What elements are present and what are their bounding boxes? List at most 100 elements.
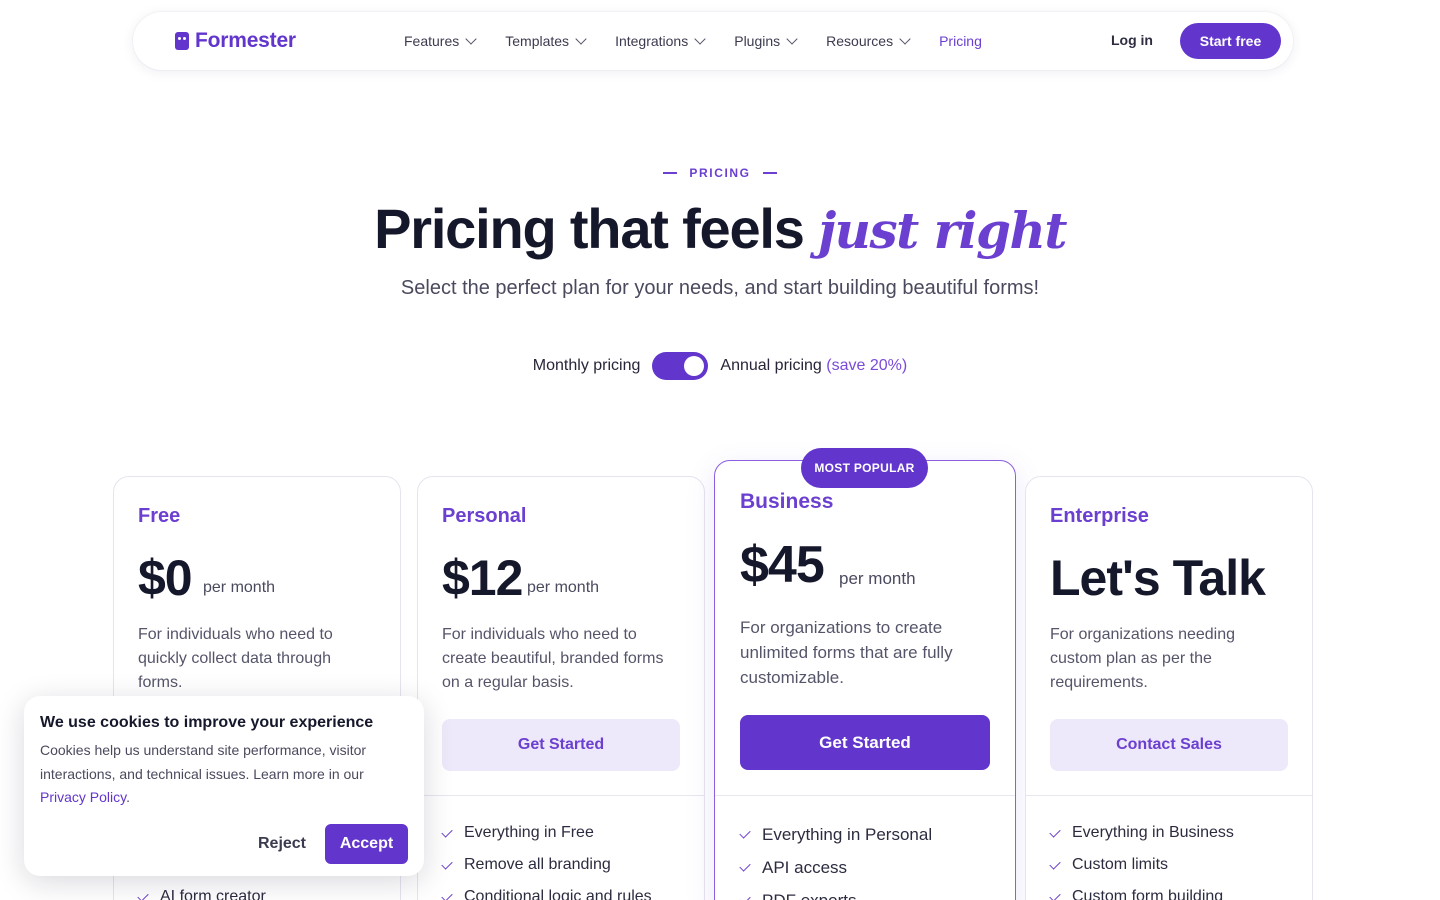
check-icon <box>1049 857 1061 870</box>
toggle-knob <box>684 356 705 376</box>
plan-description: For organizations to create unlimited fo… <box>740 618 953 687</box>
feature-item: AI form creator <box>137 881 266 900</box>
menu-item-integrations[interactable]: Integrations <box>615 33 706 49</box>
plan-name: Free <box>138 505 181 527</box>
billing-toggle-row: Monthly pricing Annual pricing (save 20%… <box>0 352 1440 380</box>
eyebrow-label: PRICING <box>689 166 751 180</box>
chevron-down-icon <box>899 33 911 45</box>
plan-description: For individuals who need to quickly coll… <box>138 626 333 691</box>
plan-name: Personal <box>442 505 527 527</box>
feature-label: Remove all branding <box>464 856 611 873</box>
start-free-button[interactable]: Start free <box>1180 23 1281 59</box>
menu-item-label: Features <box>404 33 460 49</box>
privacy-policy-link[interactable]: Privacy Policy <box>40 789 126 805</box>
card-divider <box>418 795 704 796</box>
feature-label: Custom limits <box>1072 856 1169 873</box>
plan-name: Enterprise <box>1050 505 1149 527</box>
chevron-down-icon <box>465 33 477 45</box>
menu-item-label: Pricing <box>939 33 982 49</box>
feature-label: Custom form building <box>1072 888 1224 900</box>
plan-features: AI form creator <box>137 881 266 900</box>
menu-item-features[interactable]: Features <box>404 33 477 49</box>
menu-item-label: Plugins <box>734 33 781 49</box>
feature-label: AI form creator <box>160 888 266 900</box>
check-icon <box>137 889 149 900</box>
reject-cookies-button[interactable]: Reject <box>244 824 320 864</box>
menu-item-label: Integrations <box>615 33 689 49</box>
plan-features: Everything in Personal API access PDF ex… <box>739 818 933 900</box>
menu-item-pricing[interactable]: Pricing <box>939 33 982 49</box>
get-started-button[interactable]: Get Started <box>740 715 990 770</box>
check-icon <box>441 857 453 870</box>
menu-item-label: Resources <box>826 33 894 49</box>
plan-card-personal: Personal $12 per month For individuals w… <box>417 476 705 900</box>
cookie-banner: We use cookies to improve your experienc… <box>24 696 424 876</box>
plan-name: Business <box>740 490 834 513</box>
chevron-down-icon <box>575 33 587 45</box>
eyebrow-dash-right <box>762 172 777 174</box>
feature-item: Everything in Free <box>441 817 652 849</box>
check-icon <box>739 860 751 872</box>
plan-description: For individuals who need to create beaut… <box>442 626 664 691</box>
feature-item: Everything in Business <box>1049 817 1234 849</box>
plan-period: per month <box>839 569 916 588</box>
cookie-text: Cookies help us understand site performa… <box>40 739 412 810</box>
annual-savings-note: (save 20%) <box>826 357 908 374</box>
feature-item: Custom limits <box>1049 849 1234 881</box>
plan-features: Everything in Free Remove all branding C… <box>441 817 652 900</box>
eyebrow-dash-left <box>663 172 678 174</box>
feature-label: Conditional logic and rules <box>464 888 652 900</box>
feature-item: Custom form building <box>1049 881 1234 900</box>
menu-item-label: Templates <box>505 33 570 49</box>
menu-item-templates[interactable]: Templates <box>505 33 587 49</box>
login-link[interactable]: Log in <box>1111 32 1153 48</box>
feature-label: Everything in Business <box>1072 824 1234 841</box>
cookie-body: Cookies help us understand site performa… <box>40 742 367 782</box>
page-subtitle: Select the perfect plan for your needs, … <box>400 277 1040 299</box>
plan-card-business: MOST POPULAR Business $45 per month For … <box>714 448 1016 900</box>
check-icon <box>739 827 751 839</box>
plan-card-enterprise: Enterprise Let's Talk For organizations … <box>1025 476 1313 900</box>
annual-pricing-label[interactable]: Annual pricing (save 20%) <box>720 357 907 375</box>
logo-text: Formester <box>195 29 296 52</box>
cookie-text-end: . <box>126 789 130 805</box>
feature-item: Conditional logic and rules <box>441 881 652 900</box>
plan-price: $0 <box>138 550 193 606</box>
logo[interactable]: Formester <box>175 29 296 53</box>
chevron-down-icon <box>694 33 706 45</box>
title-main: Pricing that feels <box>374 197 819 260</box>
monthly-pricing-label[interactable]: Monthly pricing <box>533 357 641 375</box>
chevron-down-icon <box>786 33 798 45</box>
card-divider <box>1026 795 1312 796</box>
section-eyebrow: PRICING <box>0 166 1440 180</box>
check-icon <box>1049 889 1061 900</box>
check-icon <box>1049 825 1061 838</box>
feature-label: Everything in Free <box>464 824 594 841</box>
title-accent: just right <box>818 201 1067 260</box>
feature-label: Everything in Personal <box>762 824 933 844</box>
plan-description: For organizations needing custom plan as… <box>1050 626 1236 691</box>
menu-item-plugins[interactable]: Plugins <box>734 33 798 49</box>
main-menu: Features Templates Integrations Plugins … <box>404 12 1012 70</box>
plan-price: $45 <box>740 536 825 594</box>
card-divider <box>715 795 1015 796</box>
page-title: Pricing that feels just right <box>0 196 1440 261</box>
contact-sales-button[interactable]: Contact Sales <box>1050 719 1288 771</box>
check-icon <box>441 889 453 900</box>
cookie-title: We use cookies to improve your experienc… <box>40 714 374 731</box>
feature-item: Everything in Personal <box>739 818 933 851</box>
feature-item: Remove all branding <box>441 849 652 881</box>
feature-item: API access <box>739 851 932 884</box>
check-icon <box>739 893 751 900</box>
formester-logo-icon <box>175 32 189 50</box>
plan-period: per month <box>203 579 276 596</box>
plan-features: Everything in Business Custom limits Cus… <box>1049 817 1234 900</box>
check-icon <box>441 825 453 838</box>
get-started-button[interactable]: Get Started <box>442 719 680 771</box>
feature-label: API access <box>762 857 848 877</box>
feature-item: PDF exports <box>739 884 932 900</box>
accept-cookies-button[interactable]: Accept <box>325 824 408 864</box>
plan-period: per month <box>527 579 600 596</box>
billing-period-toggle[interactable] <box>652 352 709 380</box>
menu-item-resources[interactable]: Resources <box>826 33 911 49</box>
